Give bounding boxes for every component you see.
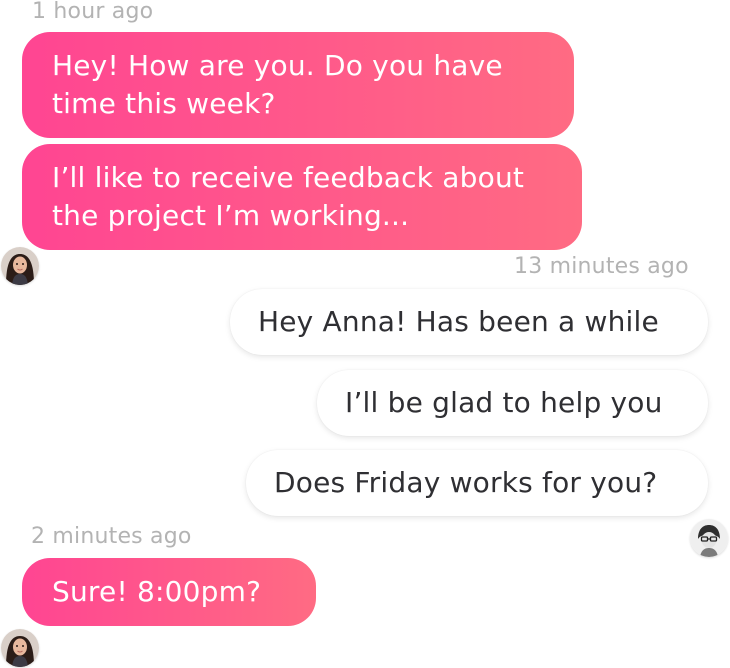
outgoing-message[interactable]: Hey Anna! Has been a while [230,289,708,355]
incoming-message[interactable]: I’ll like to receive feedback about the … [22,144,582,250]
outgoing-message[interactable]: I’ll be glad to help you [317,370,708,436]
incoming-message[interactable]: Sure! 8:00pm? [22,558,316,626]
timestamp-group2: 13 minutes ago [514,254,689,279]
anna-avatar-icon[interactable] [1,629,39,667]
anna-avatar-icon[interactable] [1,247,39,285]
outgoing-message[interactable]: Does Friday works for you? [246,450,708,516]
my-avatar-icon[interactable] [690,519,728,557]
incoming-message[interactable]: Hey! How are you. Do you have time this … [22,32,574,138]
timestamp-group3: 2 minutes ago [31,524,192,549]
chat-thread: 1 hour ago Hey! How are you. Do you have… [0,0,730,668]
timestamp-group1: 1 hour ago [32,0,154,24]
